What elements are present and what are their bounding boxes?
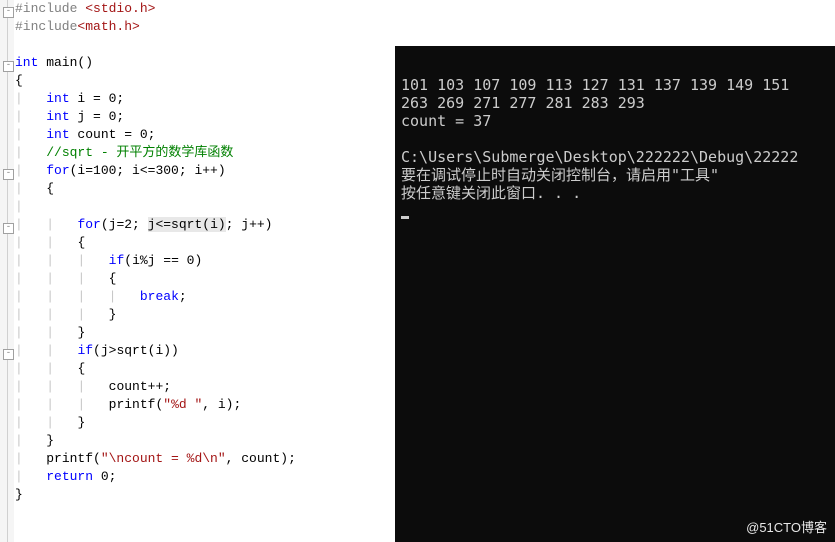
code-token: printf( xyxy=(46,451,101,466)
code-token: #include xyxy=(15,19,77,34)
code-token: int xyxy=(46,109,69,124)
code-line[interactable]: } xyxy=(15,486,395,504)
code-token: } xyxy=(46,433,54,448)
code-token: (i%j == 0) xyxy=(124,253,202,268)
code-token: <math.h> xyxy=(77,19,139,34)
code-line[interactable]: | int j = 0; xyxy=(15,108,395,126)
code-line[interactable]: | | } xyxy=(15,414,395,432)
code-line[interactable]: #include<math.h> xyxy=(15,18,395,36)
code-token: i = 0; xyxy=(70,91,125,106)
code-token: (i=100; i<=300; i++) xyxy=(70,163,226,178)
code-token: break xyxy=(140,289,179,304)
output-msg: 按任意键关闭此窗口. . . xyxy=(401,184,581,202)
code-token: , i); xyxy=(202,397,241,412)
code-line[interactable]: | { xyxy=(15,180,395,198)
code-token: j<=sqrt(i) xyxy=(148,217,226,232)
code-token: //sqrt - 开平方的数学库函数 xyxy=(46,145,233,160)
output-path: C:\Users\Submerge\Desktop\222222\Debug\2… xyxy=(401,148,798,166)
code-line[interactable]: int main() xyxy=(15,54,395,72)
fold-toggle[interactable]: - xyxy=(3,349,14,360)
console-output: 101 103 107 109 113 127 131 137 139 149 … xyxy=(401,76,835,542)
code-token: { xyxy=(109,271,117,286)
code-token: int xyxy=(46,127,69,142)
output-line: count = 37 xyxy=(401,112,491,130)
code-token: count = 0; xyxy=(70,127,156,142)
code-line[interactable]: | xyxy=(15,198,395,216)
code-line[interactable]: | for(i=100; i<=300; i++) xyxy=(15,162,395,180)
code-line[interactable]: | | | { xyxy=(15,270,395,288)
code-token: } xyxy=(109,307,117,322)
code-token: } xyxy=(15,487,23,502)
code-line[interactable]: | | | count++; xyxy=(15,378,395,396)
code-line[interactable]: | | | | break; xyxy=(15,288,395,306)
code-line[interactable]: #include <stdio.h> xyxy=(15,0,395,18)
code-token: #include xyxy=(15,1,85,16)
code-token: (j=2; xyxy=(101,217,148,232)
code-token: int xyxy=(15,55,38,70)
code-line[interactable]: | | { xyxy=(15,234,395,252)
output-line: 101 103 107 109 113 127 131 137 139 149 … xyxy=(401,76,789,94)
code-token: "\ncount = %d\n" xyxy=(101,451,226,466)
code-token: } xyxy=(77,325,85,340)
code-token: <stdio.h> xyxy=(85,1,155,16)
code-line[interactable]: | | { xyxy=(15,360,395,378)
code-token: ; xyxy=(179,289,187,304)
code-line[interactable]: { xyxy=(15,72,395,90)
code-token: for xyxy=(77,217,100,232)
code-token: printf( xyxy=(109,397,164,412)
fold-line xyxy=(7,0,8,542)
watermark: @51CTO博客 xyxy=(746,517,827,536)
code-token: if xyxy=(77,343,93,358)
fold-toggle[interactable]: - xyxy=(3,7,14,18)
code-line[interactable]: | | | } xyxy=(15,306,395,324)
code-token: , count); xyxy=(226,451,296,466)
debug-console[interactable]: 101 103 107 109 113 127 131 137 139 149 … xyxy=(395,46,835,542)
code-line[interactable]: | return 0; xyxy=(15,468,395,486)
code-line[interactable]: | //sqrt - 开平方的数学库函数 xyxy=(15,144,395,162)
code-line[interactable]: | | if(j>sqrt(i)) xyxy=(15,342,395,360)
code-token: "%d " xyxy=(163,397,202,412)
code-token: 0; xyxy=(93,469,116,484)
code-line[interactable]: | | | if(i%j == 0) xyxy=(15,252,395,270)
code-line[interactable] xyxy=(15,36,395,54)
code-token: { xyxy=(77,361,85,376)
code-token: return xyxy=(46,469,93,484)
code-token: } xyxy=(77,415,85,430)
fold-toggle[interactable]: - xyxy=(3,223,14,234)
code-token: (j>sqrt(i)) xyxy=(93,343,179,358)
code-line[interactable]: | printf("\ncount = %d\n", count); xyxy=(15,450,395,468)
code-line[interactable]: | } xyxy=(15,432,395,450)
code-token: { xyxy=(46,181,54,196)
code-token: count++; xyxy=(109,379,171,394)
code-token: { xyxy=(77,235,85,250)
code-token: for xyxy=(46,163,69,178)
code-line[interactable]: | int i = 0; xyxy=(15,90,395,108)
fold-gutter: - - - - - xyxy=(0,0,14,542)
cursor xyxy=(401,216,409,219)
code-line[interactable]: | | for(j=2; j<=sqrt(i); j++) xyxy=(15,216,395,234)
code-editor[interactable]: ----- #include <stdio.h>#include<math.h>… xyxy=(0,0,395,542)
fold-toggle[interactable]: - xyxy=(3,61,14,72)
code-line[interactable]: | int count = 0; xyxy=(15,126,395,144)
code-token: j = 0; xyxy=(70,109,125,124)
code-area[interactable]: #include <stdio.h>#include<math.h>int ma… xyxy=(15,0,395,504)
code-token: { xyxy=(15,73,23,88)
code-token: main() xyxy=(38,55,93,70)
code-token: if xyxy=(109,253,125,268)
output-msg: 要在调试停止时自动关闭控制台，请启用"工具" xyxy=(401,166,719,184)
code-line[interactable]: | | } xyxy=(15,324,395,342)
code-token: ; j++) xyxy=(226,217,273,232)
fold-toggle[interactable]: - xyxy=(3,169,14,180)
output-line: 263 269 271 277 281 283 293 xyxy=(401,94,645,112)
code-token: int xyxy=(46,91,69,106)
code-line[interactable]: | | | printf("%d ", i); xyxy=(15,396,395,414)
